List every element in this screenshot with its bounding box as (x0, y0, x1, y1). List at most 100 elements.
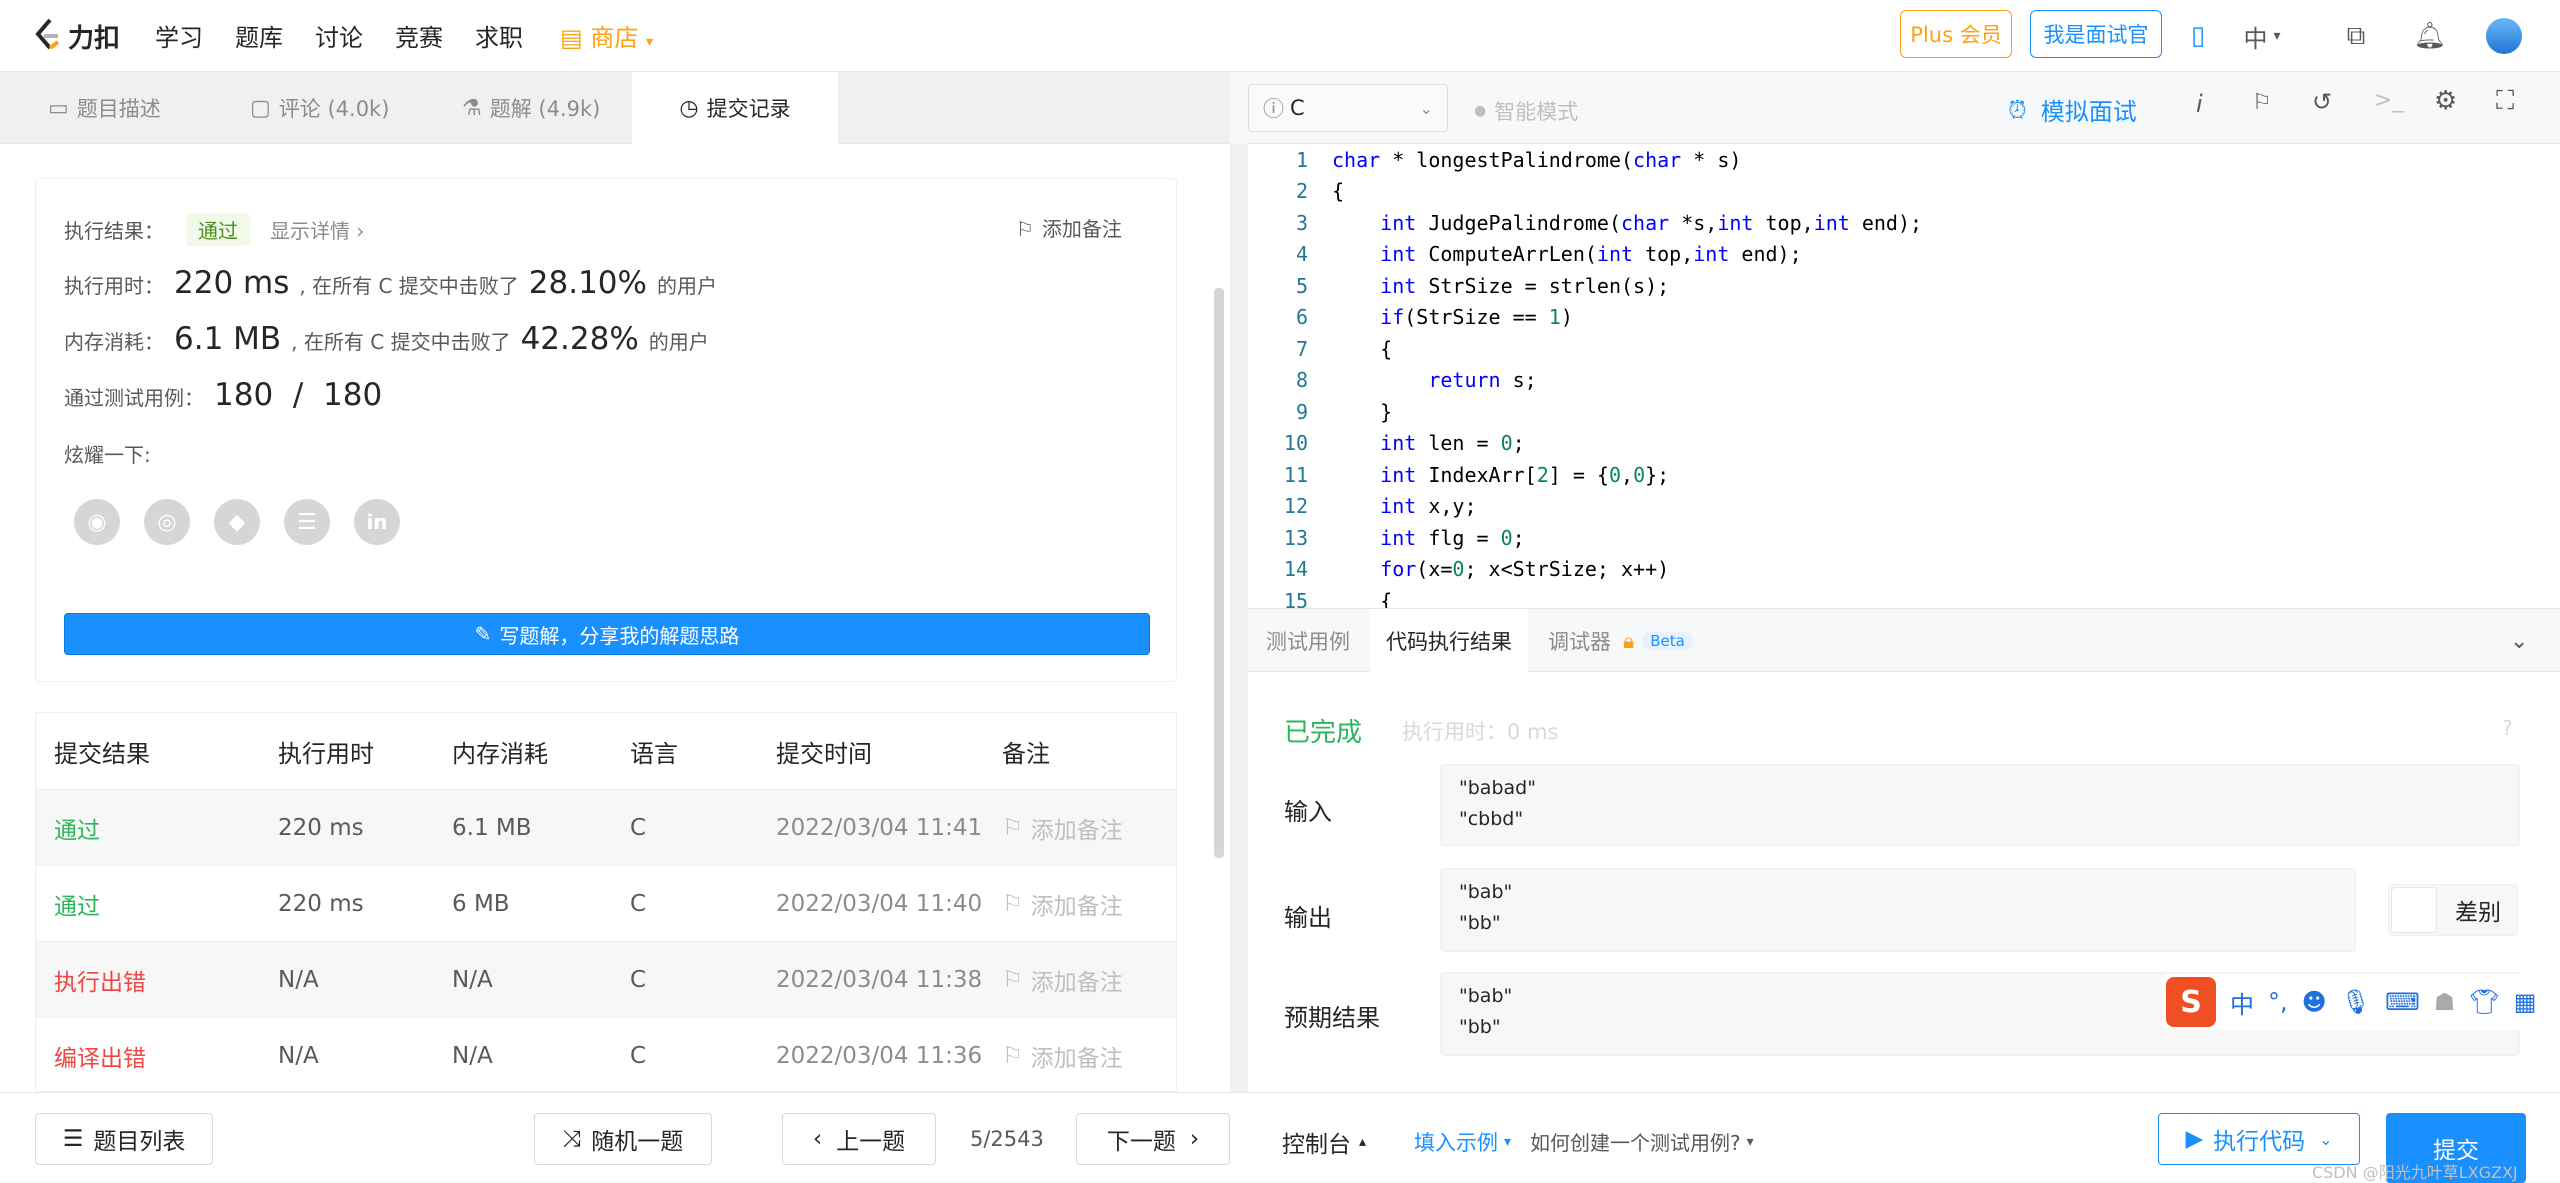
col-memory: 内存消耗 (452, 739, 548, 768)
table-row[interactable]: 通过 220 ms 6.1 MB C 2022/03/04 11:41 ⚐ 添加备… (36, 789, 1176, 866)
show-details-link[interactable]: 显示详情 › (270, 215, 364, 244)
tab-testcase[interactable]: 测试用例 (1266, 609, 1350, 673)
add-note-button[interactable]: ⚐ 添加备注 (1016, 213, 1122, 242)
left-scrollbar[interactable] (1214, 288, 1224, 858)
language-switch[interactable]: 中 ▾ (2232, 18, 2292, 54)
run-code-button[interactable]: ▶ 执行代码 ⌄ (2158, 1113, 2360, 1165)
lock-icon: 🔒︎ (1623, 628, 1635, 653)
console-icon[interactable]: >_ (2374, 88, 2403, 113)
ime-toolbar[interactable]: S 中 °, ☻ 🎙︎ ⌨︎ ☗ 👕︎ ▦ (2162, 974, 2560, 1030)
tab-run-result[interactable]: 代码执行结果 (1370, 609, 1528, 673)
input-label: 输入 (1284, 798, 1332, 826)
row-memory: 6.1 MB (452, 815, 532, 841)
row-date: 2022/03/04 11:40 (776, 891, 983, 917)
next-problem-button[interactable]: 下一题 › (1076, 1113, 1230, 1165)
row-add-note[interactable]: ⚐ 添加备注 (1002, 790, 1123, 866)
punctuation-icon: °, (2268, 988, 2288, 1016)
user-icon: ☗ (2433, 988, 2456, 1016)
row-language: C (630, 967, 647, 993)
code-line: 11 int IndexArr[2] = {0,0}; (1283, 462, 1670, 487)
runtime-value: 220 ms (174, 265, 290, 301)
fill-example-button[interactable]: 填入示例 ▾ (1414, 1127, 1511, 1157)
logo[interactable]: 力扣 (30, 14, 120, 58)
row-memory: N/A (452, 967, 493, 993)
help-icon[interactable]: ? (2502, 716, 2513, 740)
cases-value: 180 / 180 (214, 377, 383, 413)
input-value: "babad" "cbbd" (1440, 764, 2520, 846)
random-problem-button[interactable]: ⤨ 随机一题 (534, 1113, 712, 1165)
bell-icon[interactable]: 🔔︎ (2412, 18, 2448, 54)
tab-description[interactable]: ▭ 题目描述 (48, 72, 161, 144)
table-row[interactable]: 执行出错 N/A N/A C 2022/03/04 11:38 ⚐ 添加备注 (36, 941, 1176, 1018)
nav-discuss[interactable]: 讨论 (315, 18, 363, 53)
problem-list-button[interactable]: ☰ 题目列表 (35, 1113, 213, 1165)
flag-button-icon[interactable]: ⚐ (2252, 90, 2272, 115)
memory-value: 6.1 MB (174, 321, 282, 357)
prev-problem-button[interactable]: ‹ 上一题 (782, 1113, 936, 1165)
nav-store[interactable]: ▤ 商店 ▾ (560, 18, 653, 53)
plus-member-button[interactable]: Plus 会员 (1900, 10, 2012, 58)
tab-comments[interactable]: ▢ 评论 (4.0k) (250, 72, 389, 144)
row-status[interactable]: 编译出错 (54, 1018, 146, 1091)
diff-toggle[interactable]: 差别 (2388, 884, 2518, 936)
write-solution-button[interactable]: ✎ 写题解，分享我的解题思路 (64, 613, 1150, 655)
fullscreen-icon[interactable]: ⛶ (2496, 86, 2514, 117)
cases-row: 通过测试用例： 180 / 180 (64, 377, 392, 413)
row-add-note[interactable]: ⚐ 添加备注 (1002, 866, 1123, 942)
row-runtime: N/A (278, 1043, 319, 1069)
table-row[interactable]: 编译出错 N/A N/A C 2022/03/04 11:36 ⚐ 添加备注 (36, 1017, 1176, 1091)
smart-mode-toggle[interactable]: ● 智能模式 (1474, 96, 1578, 126)
memory-percent: 42.28% (520, 321, 639, 357)
chevron-down-icon: ▾ (645, 34, 653, 50)
mock-interview-button[interactable]: ⏰︎ 模拟面试 (2008, 92, 2137, 127)
document-icon: ▭ (48, 95, 69, 121)
row-status[interactable]: 通过 (54, 866, 100, 942)
qq-icon[interactable]: ◆ (214, 499, 260, 545)
interviewer-button[interactable]: 我是面试官 (2030, 10, 2162, 58)
weibo-icon[interactable]: ◎ (144, 499, 190, 545)
mobile-icon[interactable]: ▯ (2180, 18, 2216, 54)
code-line: 9 } (1295, 399, 1393, 424)
how-create-testcase[interactable]: 如何创建一个测试用例? ▾ (1530, 1127, 1754, 1156)
row-add-note[interactable]: ⚐ 添加备注 (1002, 942, 1123, 1018)
info-button-icon[interactable]: i (2196, 90, 2203, 118)
terminal-icon[interactable]: ⧉ (2338, 18, 2374, 54)
beta-badge: Beta (1642, 632, 1693, 650)
col-time: 提交时间 (776, 739, 872, 768)
cases-label: 通过测试用例： (64, 386, 204, 410)
flag-icon: ⚐ (1016, 217, 1034, 241)
wechat-icon[interactable]: ◉ (74, 499, 120, 545)
console-tabs: 测试用例 代码执行结果 调试器 🔒︎ Beta ⌄ (1248, 608, 2560, 673)
nav-learn[interactable]: 学习 (155, 18, 203, 53)
nav-contest[interactable]: 竞赛 (395, 18, 443, 53)
nav-jobs[interactable]: 求职 (475, 18, 523, 53)
language-select[interactable]: ⓘ C ⌄ (1248, 84, 1448, 132)
chevron-down-icon[interactable]: ⌄ (2510, 609, 2528, 673)
row-status[interactable]: 通过 (54, 790, 100, 866)
play-icon: ▶ (2185, 1126, 2204, 1152)
linkedin-icon[interactable]: in (354, 499, 400, 545)
settings-icon[interactable]: ⚙︎ (2434, 86, 2457, 116)
console-toggle[interactable]: 控制台 ▴ (1282, 1125, 1366, 1159)
checkbox-icon (2391, 887, 2437, 933)
table-row[interactable]: 通过 220 ms 6 MB C 2022/03/04 11:40 ⚐ 添加备注 (36, 865, 1176, 942)
avatar[interactable] (2486, 18, 2522, 54)
code-editor[interactable]: 1 char * longestPalindrome(char * s) 2{ 3… (1248, 144, 2560, 608)
row-language: C (630, 1043, 647, 1069)
runtime-row: 执行用时： 220 ms , 在所有 C 提交中击败了 28.10% 的用户 (64, 265, 717, 301)
tab-debugger[interactable]: 调试器 🔒︎ Beta (1548, 609, 1693, 673)
shuffle-icon: ⤨ (562, 1126, 582, 1152)
flag-icon: ⚐ (1002, 967, 1023, 993)
tab-submissions[interactable]: ◷ 提交记录 (632, 72, 838, 144)
pane-divider[interactable] (1230, 144, 1248, 1092)
nav-problems[interactable]: 题库 (235, 18, 283, 53)
grid-icon: ▦ (2513, 988, 2537, 1016)
code-line: 5 int StrSize = strlen(s); (1295, 273, 1670, 298)
row-date: 2022/03/04 11:41 (776, 815, 983, 841)
tab-solutions[interactable]: ⚗︎ 题解 (4.9k) (462, 72, 600, 144)
row-status[interactable]: 执行出错 (54, 942, 146, 1018)
memory-label: 内存消耗： (64, 330, 164, 354)
douban-icon[interactable]: ☰ (284, 499, 330, 545)
reset-icon[interactable]: ↺ (2312, 88, 2332, 116)
row-add-note[interactable]: ⚐ 添加备注 (1002, 1018, 1123, 1091)
